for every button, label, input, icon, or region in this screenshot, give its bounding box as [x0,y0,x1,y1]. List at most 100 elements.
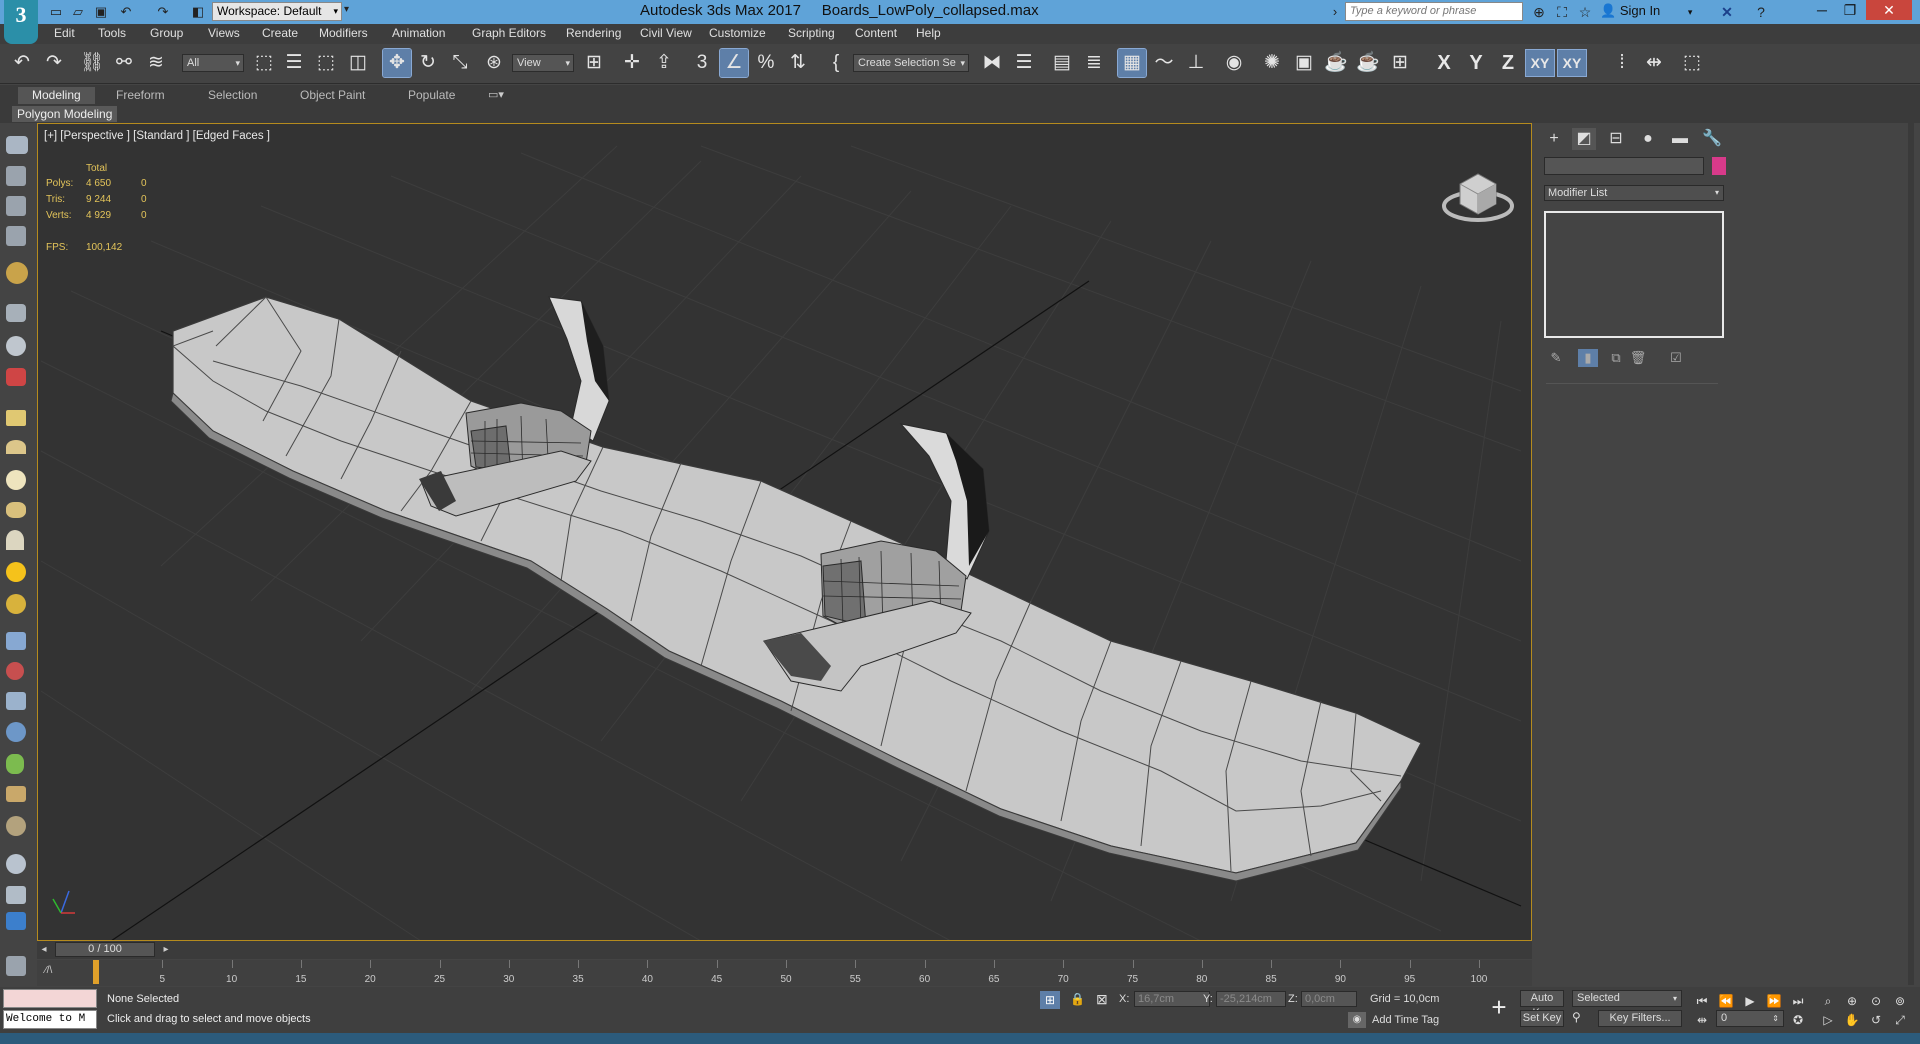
select-and-move-icon[interactable]: ✥ [382,48,412,78]
field-of-view-icon[interactable]: ▷ [1820,1012,1836,1028]
ribbon-options-icon[interactable]: ▭▾ [488,88,504,101]
menu-civil-view[interactable]: Civil View [640,26,692,40]
object-color-swatch[interactable] [1712,157,1726,175]
align-icon[interactable]: ☰ [1010,49,1038,77]
display-icon[interactable] [6,262,28,284]
tab-selection[interactable]: Selection [194,87,271,104]
search-expand-icon[interactable]: › [1330,4,1340,20]
key-tangent-icon[interactable]: ⚲ [1572,1010,1588,1027]
render-in-cloud-icon[interactable]: ⊞ [1386,49,1414,77]
hair-icon[interactable] [6,786,26,802]
viewport-shading-icon[interactable] [6,854,26,874]
previous-key-icon[interactable]: ⏪ [1718,993,1734,1009]
create-tab-icon[interactable]: + [1542,128,1566,150]
x-coord-field[interactable]: 16,7cm [1134,991,1210,1007]
isolate-selection-icon[interactable]: ⬚ [1678,49,1706,77]
select-by-name-icon[interactable]: ☰ [280,49,308,77]
reference-coordinate-dropdown[interactable]: View ▾ [512,54,574,72]
viewport-config-icon[interactable] [6,912,26,930]
next-frame-icon[interactable]: ▸ [159,942,173,957]
camera-icon[interactable] [6,692,26,710]
minimize-button[interactable]: ─ [1808,0,1836,20]
render-tool-icon[interactable] [6,368,26,386]
binoculars-icon[interactable]: ⊕ [1530,3,1548,21]
viewcube-icon[interactable] [1438,154,1518,234]
selection-lock-icon[interactable]: 🔒 [1070,992,1085,1006]
layer-explorer-icon[interactable]: ≣ [1080,49,1108,77]
key-mode-dropdown[interactable]: Selected ▾ [1572,990,1682,1007]
render-setup-icon[interactable]: ✺ [1258,49,1286,77]
axis-xy-button[interactable]: XY [1525,49,1555,77]
select-object-icon[interactable]: ⬚ [250,49,278,77]
save-file-icon[interactable]: ▣ [93,4,109,20]
zoom-icon[interactable]: ⌕ [1820,993,1836,1009]
isolate-toggle-icon[interactable]: ⊞ [1040,991,1060,1009]
menu-customize[interactable]: Customize [709,26,766,40]
cone-icon[interactable] [6,530,24,550]
scene-canvas[interactable] [38,124,1532,941]
pivot-center-icon[interactable]: ⊞ [580,49,608,77]
geosphere-icon[interactable] [6,594,26,614]
window-crossing-icon[interactable]: ◫ [344,49,372,77]
play-icon[interactable]: ▶ [1742,993,1758,1009]
create-panel-icon[interactable] [6,136,28,154]
modifier-list-dropdown[interactable]: Modifier List ▾ [1544,185,1724,201]
favorites-star-icon[interactable]: ☆ [1576,3,1594,21]
remove-modifier-icon[interactable]: 🗑 [1628,349,1648,367]
time-slider[interactable]: 0 / 100 [55,942,155,957]
menu-content[interactable]: Content [855,26,897,40]
search-input[interactable]: Type a keyword or phrase [1345,2,1523,21]
menu-graph-editors[interactable]: Graph Editors [472,26,546,40]
command-panel-scrollbar[interactable] [1908,123,1914,985]
render-iterative-icon[interactable]: ☕ [1354,49,1382,77]
redo-quick-icon[interactable]: ↷ [155,4,171,20]
perspective-viewport[interactable]: [+] [Perspective ] [Standard ] [Edged Fa… [37,123,1532,941]
world-icon[interactable] [6,722,26,742]
spinner-snap-icon[interactable]: ⇅ [784,49,812,77]
time-tag-icon[interactable]: ◉ [1348,1012,1366,1028]
rendered-frame-icon[interactable]: ▣ [1290,49,1318,77]
tab-populate[interactable]: Populate [394,87,469,104]
z-coord-field[interactable]: 0,0cm [1301,991,1357,1007]
menu-views[interactable]: Views [208,26,240,40]
material-editor-icon[interactable]: ◉ [1220,49,1248,77]
maxscript-output[interactable]: Welcome to M [3,1010,97,1029]
utilities-icon[interactable] [6,304,26,322]
axis-xy-cycle-button[interactable]: XY [1557,49,1587,77]
go-to-start-icon[interactable]: ⏮ [1694,993,1710,1009]
sign-in-button[interactable]: 👤 Sign In ▾ [1600,3,1692,19]
render-production-icon[interactable]: ☕ [1322,49,1350,77]
workspace-menu-icon[interactable]: ▾ [344,4,349,15]
edit-named-selection-icon[interactable]: { [822,49,850,77]
menu-help[interactable]: Help [916,26,941,40]
new-file-icon[interactable]: ▭ [48,4,64,20]
object-name-field[interactable] [1544,157,1704,175]
hemisphere-icon[interactable] [6,440,26,454]
menu-modifiers[interactable]: Modifiers [319,26,368,40]
communication-icon[interactable]: ⛶ [1553,3,1571,21]
zoom-extents-all-icon[interactable]: ⊚ [1892,993,1908,1009]
menu-create[interactable]: Create [262,26,298,40]
snap-grid-icon[interactable]: ⁞ [1608,49,1636,77]
menu-group[interactable]: Group [150,26,183,40]
track-bar[interactable]: ⁄/\ 5 10 15 20 25 30 35 40 45 50 55 60 65 70 75 80 85 90 9… [37,960,1532,986]
axis-x-button[interactable]: X [1430,50,1458,76]
pin-stack-icon[interactable]: ✎ [1546,349,1566,367]
close-button[interactable]: ✕ [1866,0,1912,20]
particles-icon[interactable] [6,632,26,650]
scene-states-icon[interactable] [6,886,26,904]
mirror-icon[interactable]: ⧓ [978,49,1006,77]
light-icon[interactable] [6,562,26,582]
polygon-modeling-panel[interactable]: Polygon Modeling [12,106,118,122]
snaps-toggle-icon[interactable]: 3 [688,49,716,77]
schematic-view-icon[interactable]: ⊥ [1182,49,1210,77]
mini-curve-editor-icon[interactable]: ⁄/\ [45,965,52,976]
foliage-icon[interactable] [6,754,24,774]
layer-manager-icon[interactable] [6,956,26,976]
rect-selection-region-icon[interactable]: ⬚ [312,49,340,77]
hierarchy-icon[interactable] [6,196,26,216]
maxscript-listener-input[interactable] [3,989,97,1008]
absolute-mode-icon[interactable]: ⊠ [1096,991,1108,1008]
box-primitive-icon[interactable] [6,410,26,426]
dynamics-icon[interactable] [6,662,24,680]
